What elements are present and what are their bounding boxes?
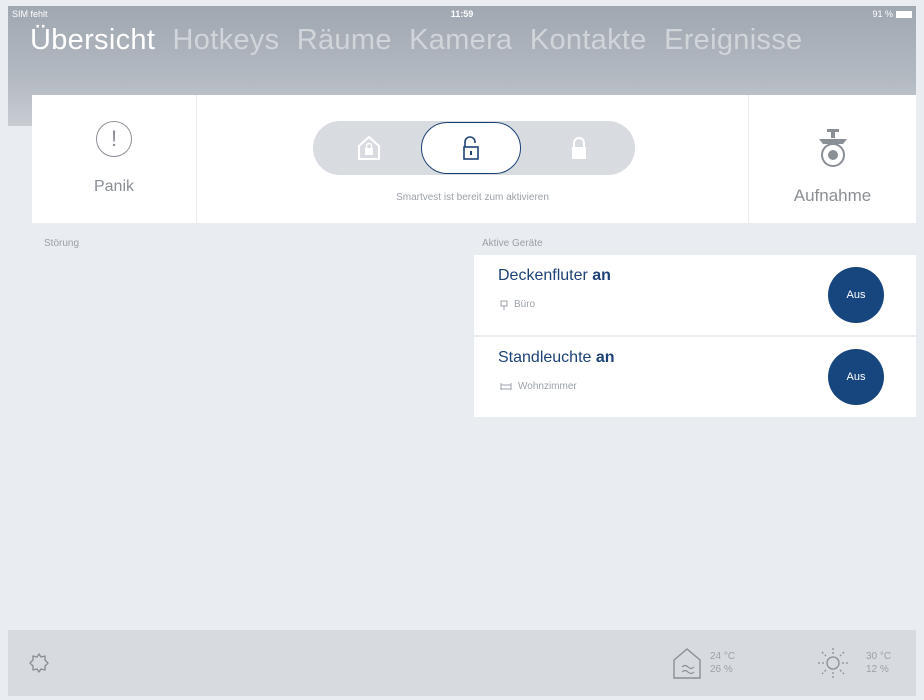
mode-armed[interactable] xyxy=(529,121,629,175)
office-icon xyxy=(500,300,508,310)
device-row: Standleuchte an Wohnzimmer Aus xyxy=(474,337,916,417)
device-room-label: Büro xyxy=(514,299,536,310)
tab-bar: Übersicht Hotkeys Räume Kamera Kontakte … xyxy=(30,20,811,60)
house-lock-icon xyxy=(358,135,380,160)
device-room: Wohnzimmer xyxy=(500,381,577,392)
battery-icon xyxy=(896,10,912,18)
inside-temperature: 24 °C xyxy=(710,651,736,662)
alarm-mode-panel: Smartvest ist bereit zum aktivieren xyxy=(197,95,748,223)
camera-icon xyxy=(819,129,847,167)
device-name: Deckenfluter an xyxy=(498,267,611,285)
footer-bar: 24 °C 26 % 30 °C 12 % xyxy=(8,630,916,696)
device-name: Standleuchte an xyxy=(498,349,615,367)
tab-hotkeys[interactable]: Hotkeys xyxy=(173,24,280,56)
gear-icon[interactable] xyxy=(28,652,50,674)
alarm-mode-selector xyxy=(313,121,635,175)
tab-kontakte[interactable]: Kontakte xyxy=(530,24,647,56)
device-name-text: Deckenfluter xyxy=(498,267,588,284)
aufnahme-button[interactable]: Aufnahme xyxy=(749,95,916,223)
panik-label: Panik xyxy=(93,178,135,195)
tab-kamera[interactable]: Kamera xyxy=(409,24,512,56)
mode-disarmed-pill xyxy=(421,122,521,174)
aus-button[interactable]: Aus xyxy=(828,349,884,405)
stoerung-heading: Störung xyxy=(44,238,80,249)
sun-icon xyxy=(818,648,848,678)
device-room: Büro xyxy=(500,299,535,310)
outside-humidity: 12 % xyxy=(866,664,889,675)
tab-ereignisse[interactable]: Ereignisse xyxy=(664,24,802,56)
sofa-icon xyxy=(500,383,512,390)
outside-temperature: 30 °C xyxy=(866,651,892,662)
mode-disarmed[interactable] xyxy=(421,121,521,175)
battery-percent: 91 % xyxy=(872,9,893,19)
house-climate-icon xyxy=(673,648,701,679)
mode-status-text: Smartvest ist bereit zum aktivieren xyxy=(396,192,549,203)
inside-humidity: 26 % xyxy=(710,664,733,675)
unlock-icon xyxy=(463,136,479,160)
aufnahme-label: Aufnahme xyxy=(793,186,872,205)
aktive-geraete-heading: Aktive Geräte xyxy=(482,238,543,249)
alert-icon: ! xyxy=(96,121,132,157)
outside-climate: 30 °C 12 % xyxy=(866,650,891,676)
device-room-label: Wohnzimmer xyxy=(518,381,577,392)
mode-home-armed[interactable] xyxy=(319,121,419,175)
aus-button[interactable]: Aus xyxy=(828,267,884,323)
device-state: an xyxy=(592,267,611,284)
tab-uebersicht[interactable]: Übersicht xyxy=(30,24,155,56)
device-name-text: Standleuchte xyxy=(498,349,592,366)
device-state: an xyxy=(595,349,615,366)
panik-button[interactable]: ! Panik xyxy=(32,95,196,223)
app-frame: SIM fehlt 11:59 91 % Übersicht Hotkeys R… xyxy=(8,6,916,696)
tab-raeume[interactable]: Räume xyxy=(297,24,392,56)
battery-indicator: 91 % xyxy=(872,6,912,22)
inside-climate: 24 °C 26 % xyxy=(710,650,735,676)
control-row: ! Panik Smartvest ist bereit zum aktivie… xyxy=(32,95,916,223)
device-row: Deckenfluter an Büro Aus xyxy=(474,255,916,335)
lock-icon xyxy=(572,137,586,159)
